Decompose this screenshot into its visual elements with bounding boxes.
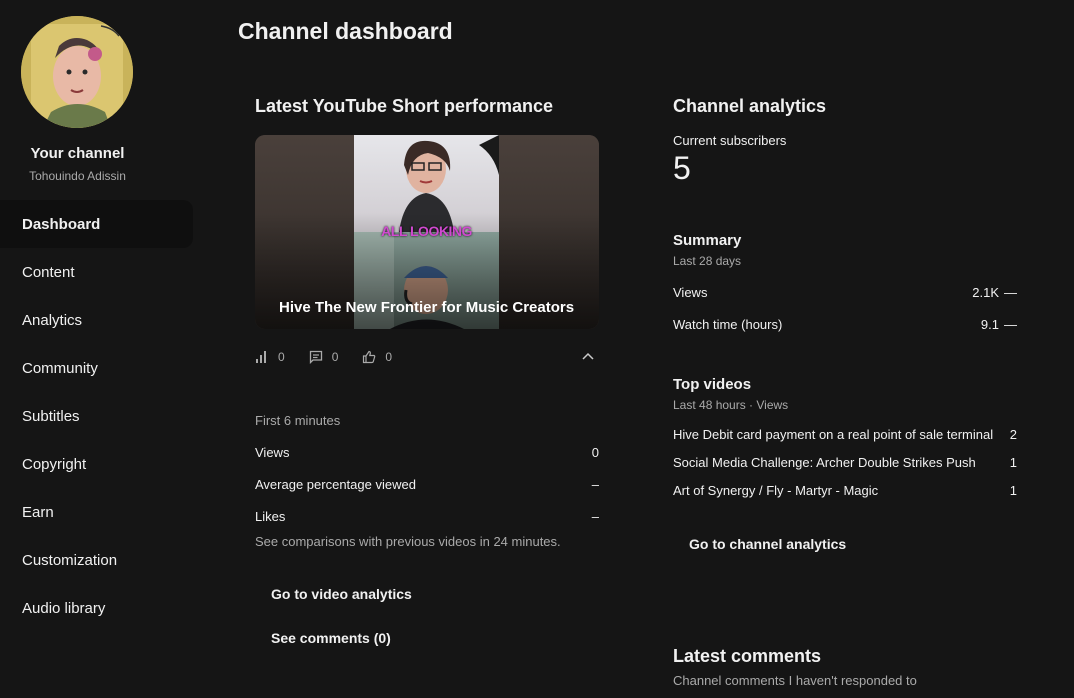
subscribers-label: Current subscribers <box>673 133 787 148</box>
latest-short-title: Latest YouTube Short performance <box>255 96 554 116</box>
summary-label: Watch time (hours) <box>673 316 783 332</box>
summary-label: Views <box>673 284 708 300</box>
sidebar-nav: Dashboard Content Analytics Community Su… <box>0 200 193 632</box>
metric-label: Views <box>255 444 290 460</box>
short-metrics: Views 0 Average percentage viewed – Like… <box>255 436 599 532</box>
top-video-row[interactable]: Social Media Challenge: Archer Double St… <box>673 448 1017 476</box>
metric-label: Average percentage viewed <box>255 476 416 492</box>
channel-title: Your channel <box>30 145 125 162</box>
short-thumbnail[interactable]: ALL LOOKING Hive The New Frontier for Mu… <box>255 135 599 329</box>
metric-row-views: Views 0 <box>255 436 599 468</box>
likes-stat: 0 <box>362 350 392 364</box>
channel-avatar[interactable] <box>21 16 133 128</box>
top-video-title: Social Media Challenge: Archer Double St… <box>673 454 976 470</box>
comments-stat: 0 <box>309 350 339 364</box>
summary-row-watch-time: Watch time (hours) 9.1 — <box>673 308 1017 340</box>
top-video-row[interactable]: Art of Synergy / Fly - Martyr - Magic 1 <box>673 476 1017 504</box>
sidebar-item-copyright[interactable]: Copyright <box>0 440 193 488</box>
sidebar-item-content[interactable]: Content <box>0 248 193 296</box>
thumbs-up-icon <box>363 350 376 364</box>
views-stat: 0 <box>255 350 285 364</box>
metric-value: – <box>591 476 599 492</box>
summary-period: Last 28 days <box>673 254 742 268</box>
period-label: First 6 minutes <box>255 413 341 428</box>
go-to-video-analytics-button[interactable]: Go to video analytics <box>255 576 428 612</box>
top-video-title: Art of Synergy / Fly - Martyr - Magic <box>673 482 879 498</box>
top-video-views: 2 <box>1009 426 1017 442</box>
top-video-title: Hive Debit card payment on a real point … <box>673 426 994 442</box>
top-video-row[interactable]: Hive Debit card payment on a real point … <box>673 420 1017 448</box>
latest-comments-title: Latest comments <box>673 646 822 666</box>
likes-count: 0 <box>385 350 393 364</box>
metric-value: – <box>591 508 599 524</box>
channel-analytics-title: Channel analytics <box>673 96 827 116</box>
summary-list: Views 2.1K — Watch time (hours) 9.1 — <box>673 276 1017 340</box>
views-count: 0 <box>278 350 285 364</box>
metric-label: Likes <box>255 508 286 524</box>
top-videos-list: Hive Debit card payment on a real point … <box>673 420 1017 504</box>
summary-value: 2.1K <box>972 284 999 300</box>
short-stats-row: 0 0 0 <box>255 349 599 365</box>
sidebar-item-dashboard[interactable]: Dashboard <box>0 200 193 248</box>
chevron-up-icon <box>582 352 594 360</box>
go-to-channel-analytics-button[interactable]: Go to channel analytics <box>673 526 862 562</box>
summary-trend: — <box>1004 284 1017 300</box>
metric-row-avg-percentage: Average percentage viewed – <box>255 468 599 500</box>
bar-chart-icon <box>256 351 266 363</box>
sidebar-item-community[interactable]: Community <box>0 344 193 392</box>
collapse-button[interactable] <box>581 349 595 366</box>
comparison-note: See comparisons with previous videos in … <box>255 534 561 549</box>
top-videos-period: Last 48 hours · Views <box>673 398 789 412</box>
top-videos-title: Top videos <box>673 376 752 393</box>
metric-row-likes: Likes – <box>255 500 599 532</box>
short-video-title: Hive The New Frontier for Music Creators <box>279 299 575 316</box>
comment-icon <box>309 350 322 364</box>
studio-dashboard: Your channel Tohouindo Adissin Dashboard… <box>0 0 1074 698</box>
latest-short-card: Latest YouTube Short performance ALL LOO… <box>255 96 599 656</box>
summary-trend: — <box>1004 316 1017 332</box>
sidebar-item-audio-library[interactable]: Audio library <box>0 584 193 632</box>
subscribers-count: 5 <box>673 150 691 186</box>
channel-name: Tohouindo Adissin <box>29 169 126 183</box>
see-comments-button[interactable]: See comments (0) <box>255 620 407 656</box>
sidebar-item-earn[interactable]: Earn <box>0 488 193 536</box>
sidebar-item-analytics[interactable]: Analytics <box>0 296 193 344</box>
metric-value: 0 <box>591 444 599 460</box>
comments-count: 0 <box>331 350 339 364</box>
top-video-views: 1 <box>1009 482 1017 498</box>
summary-title: Summary <box>673 232 742 249</box>
summary-row-views: Views 2.1K — <box>673 276 1017 308</box>
thumbnail-caption: ALL LOOKING <box>381 223 472 239</box>
summary-value: 9.1 <box>980 316 999 332</box>
sidebar-item-customization[interactable]: Customization <box>0 536 193 584</box>
sidebar-item-subtitles[interactable]: Subtitles <box>0 392 193 440</box>
top-video-views: 1 <box>1009 454 1017 470</box>
latest-comments-subtitle: Channel comments I haven't responded to <box>673 673 917 688</box>
channel-analytics-card: Channel analytics Current subscribers 5 … <box>673 96 1017 688</box>
sidebar: Your channel Tohouindo Adissin Dashboard… <box>0 0 210 698</box>
page-title: Channel dashboard <box>238 18 453 44</box>
